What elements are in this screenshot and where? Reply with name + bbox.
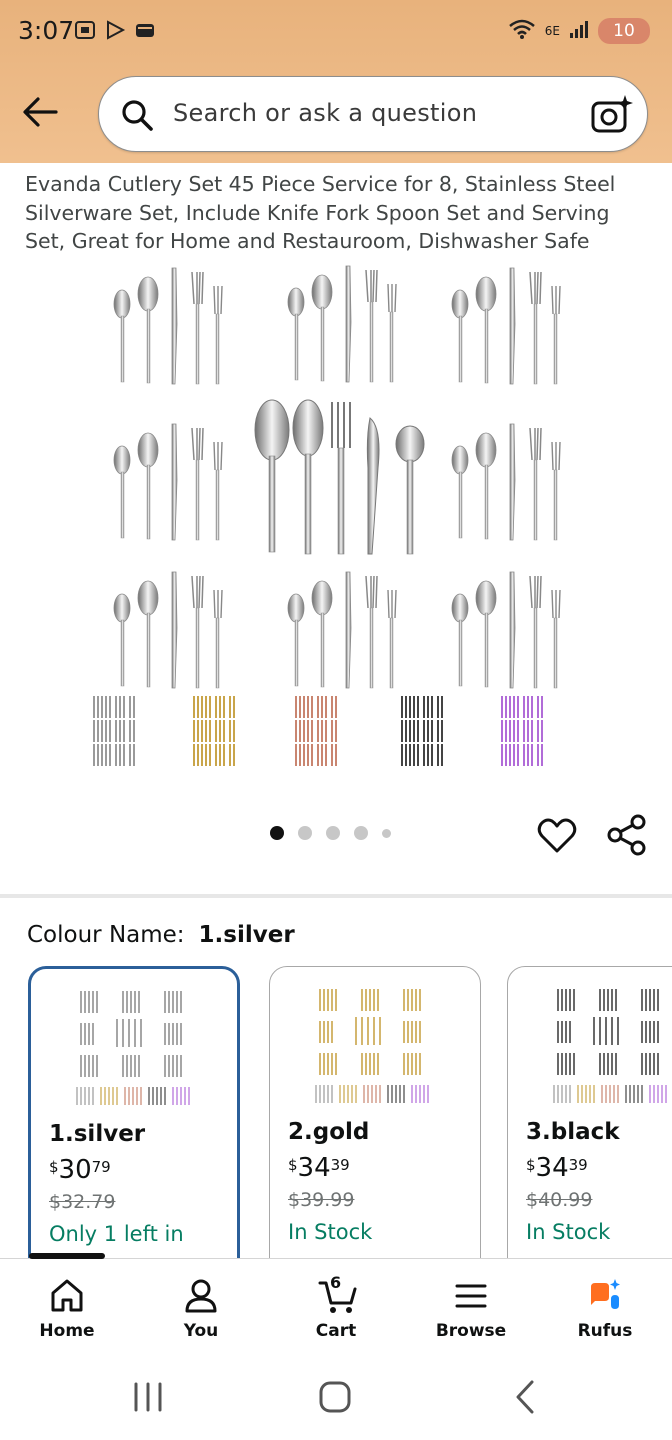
nav-cart-label: Cart: [315, 1321, 357, 1341]
network-type: 6E: [544, 24, 560, 38]
swatch-thumbnail: [315, 989, 429, 1103]
colour-name-row: Colour Name: 1.silver: [27, 922, 295, 948]
nav-home[interactable]: Home: [7, 1253, 127, 1355]
nav-browse-label: Browse: [435, 1321, 507, 1341]
nav-browse[interactable]: Browse: [411, 1259, 531, 1355]
status-time: 3:07: [18, 16, 75, 45]
back-arrow-icon[interactable]: [20, 92, 60, 132]
carousel-dot[interactable]: [298, 826, 312, 840]
swatch-name: 1.silver: [49, 1121, 146, 1147]
bottom-nav-bar: Home You 6 Cart Browse Rufus: [0, 1253, 672, 1355]
system-nav-bar: [0, 1354, 672, 1440]
swatch-thumbnail: [553, 989, 667, 1103]
home-button-icon[interactable]: [318, 1380, 352, 1414]
swatch-black[interactable]: 3.black $3439 $40.99 In Stock: [507, 966, 672, 1258]
carousel-dot[interactable]: [326, 826, 340, 840]
nav-you[interactable]: You: [141, 1259, 261, 1355]
home-icon: [49, 1277, 85, 1315]
swatch-silver[interactable]: 1.silver $3079 $32.79 Only 1 left in sto…: [28, 966, 240, 1258]
battery-indicator: 10: [598, 18, 650, 44]
image-carousel-dots[interactable]: [270, 826, 391, 840]
swatch-name: 2.gold: [288, 1119, 370, 1145]
status-notification-icons: [74, 19, 156, 41]
search-input[interactable]: Search or ask a question: [173, 99, 477, 127]
nav-rufus-label: Rufus: [577, 1321, 633, 1341]
swatch-old-price: $39.99: [288, 1189, 355, 1211]
swatch-price: $3079: [49, 1155, 111, 1185]
swatch-price: $3439: [288, 1153, 350, 1183]
search-bar[interactable]: Search or ask a question: [98, 76, 648, 152]
share-icon[interactable]: [606, 814, 648, 856]
product-image[interactable]: [70, 258, 610, 778]
nav-cart[interactable]: 6 Cart: [276, 1259, 396, 1355]
colour-swatch-list[interactable]: 1.silver $3079 $32.79 Only 1 left in sto…: [28, 966, 672, 1258]
recent-apps-icon[interactable]: [128, 1382, 168, 1412]
swatch-price: $3439: [526, 1153, 588, 1183]
carousel-dot[interactable]: [382, 828, 391, 838]
product-title: Evanda Cutlery Set 45 Piece Service for …: [25, 172, 616, 253]
serving-set: [254, 399, 425, 555]
wishlist-heart-icon[interactable]: [536, 814, 578, 856]
search-icon: [119, 97, 155, 133]
nav-rufus[interactable]: Rufus: [545, 1259, 665, 1355]
user-icon: [183, 1277, 219, 1315]
play-icon: [104, 19, 126, 41]
menu-icon: [453, 1277, 489, 1315]
swatch-old-price: $40.99: [526, 1189, 593, 1211]
wifi-icon: [507, 18, 537, 44]
swatch-thumbnail: [76, 991, 190, 1105]
swatch-stock: In Stock: [288, 1220, 373, 1244]
status-bar: 3:07 6E 10: [0, 0, 672, 64]
active-tab-indicator: [29, 1253, 105, 1259]
rufus-icon: [587, 1277, 623, 1315]
cart-count-badge: 6: [330, 1273, 342, 1292]
screenshot-icon: [74, 19, 96, 41]
system-back-icon[interactable]: [510, 1378, 540, 1416]
camera-search-icon[interactable]: [589, 93, 633, 137]
swatch-old-price: $32.79: [49, 1191, 116, 1213]
colour-name-label: Colour Name:: [27, 922, 185, 948]
nav-you-label: You: [183, 1321, 219, 1341]
carousel-dot[interactable]: [270, 826, 284, 840]
selected-colour: 1.silver: [198, 922, 295, 948]
header-band: 3:07 6E 10 Search or ask a question: [0, 0, 672, 163]
wallet-icon: [134, 19, 156, 41]
nav-home-label: Home: [39, 1321, 95, 1341]
swatch-stock: In Stock: [526, 1220, 611, 1244]
swatch-gold[interactable]: 2.gold $3439 $39.99 In Stock: [269, 966, 481, 1258]
signal-icon: [568, 18, 590, 44]
carousel-dot[interactable]: [354, 826, 368, 840]
section-divider: [0, 894, 672, 898]
swatch-name: 3.black: [526, 1119, 620, 1145]
